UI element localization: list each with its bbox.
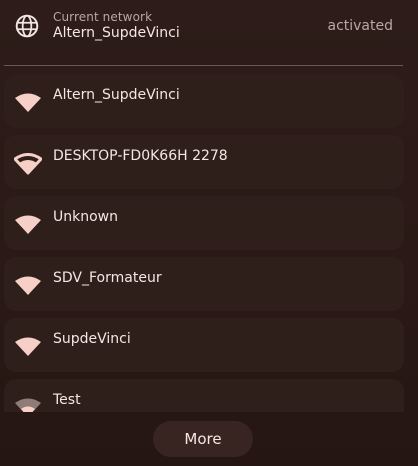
network-item[interactable]: SDV_Formateur xyxy=(4,257,404,311)
network-ssid: Test xyxy=(53,392,81,408)
current-network[interactable]: Current network Altern_SupdeVinci activa… xyxy=(0,0,418,56)
network-item[interactable]: Altern_SupdeVinci xyxy=(4,74,404,128)
network-ssid: Altern_SupdeVinci xyxy=(53,87,180,103)
network-item[interactable]: SupdeVinci xyxy=(4,318,404,372)
network-item[interactable]: Unknown xyxy=(4,196,404,250)
more-button[interactable]: More xyxy=(153,421,253,457)
wifi-signal-good-icon xyxy=(14,153,42,175)
network-ssid: DESKTOP-FD0K66H 2278 xyxy=(53,148,228,164)
network-panel: Current network Altern_SupdeVinci activa… xyxy=(0,0,418,466)
network-ssid: SDV_Formateur xyxy=(53,270,162,286)
divider xyxy=(4,65,403,66)
wifi-signal-full-icon xyxy=(15,215,41,234)
network-item[interactable]: DESKTOP-FD0K66H 2278 xyxy=(4,135,404,189)
network-ssid: Unknown xyxy=(53,209,118,225)
network-item[interactable]: Test xyxy=(4,379,404,412)
current-network-caption: Current network xyxy=(53,10,153,24)
current-network-status: activated xyxy=(327,18,393,34)
network-list: Altern_SupdeVinci DESKTOP-FD0K66H 2278 U… xyxy=(0,74,418,412)
wifi-signal-full-icon xyxy=(15,337,41,356)
network-ssid: SupdeVinci xyxy=(53,331,131,347)
globe-icon xyxy=(15,14,39,38)
wifi-signal-weak-icon xyxy=(15,398,41,412)
current-network-name: Altern_SupdeVinci xyxy=(53,25,180,41)
wifi-signal-full-icon xyxy=(15,276,41,295)
wifi-signal-full-icon xyxy=(15,93,41,112)
